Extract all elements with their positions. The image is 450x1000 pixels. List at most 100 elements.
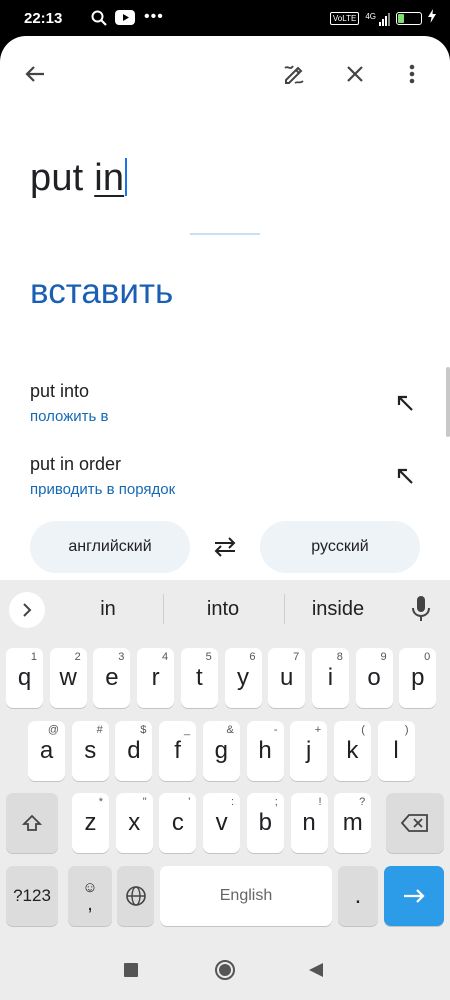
shift-key[interactable] xyxy=(6,793,58,853)
emoji-comma-key[interactable]: ☺ , xyxy=(68,866,112,926)
translation-result[interactable]: вставить xyxy=(30,272,173,312)
key-f[interactable]: _ f xyxy=(159,721,197,781)
key-x[interactable]: " x xyxy=(115,793,153,853)
loading-divider xyxy=(190,233,260,235)
key-label: n xyxy=(302,809,316,836)
key-e[interactable]: 3e xyxy=(93,648,131,708)
key-hint: ? xyxy=(359,796,366,808)
youtube-icon xyxy=(115,10,135,30)
key-hint: & xyxy=(226,724,234,736)
key-p[interactable]: 0p xyxy=(399,648,437,708)
key-h[interactable]: -h xyxy=(246,721,284,781)
key-l[interactable]: ) l xyxy=(377,721,415,781)
candidate-word[interactable]: into xyxy=(173,598,273,621)
key-label: o xyxy=(367,664,381,691)
chevron-right-icon[interactable] xyxy=(9,592,45,628)
suggestion-source: put in order xyxy=(30,454,122,474)
key-a[interactable]: @ a xyxy=(28,721,65,781)
more-dots-icon: ••• xyxy=(144,8,164,25)
globe-icon[interactable] xyxy=(117,866,154,926)
key-label: f xyxy=(174,737,181,764)
suggestion-translation: приводить в порядок xyxy=(30,481,176,498)
key-label: k xyxy=(346,737,359,764)
network-label: 4G xyxy=(365,11,376,21)
key-hint: 0 xyxy=(424,651,431,663)
key-t[interactable]: 5t xyxy=(180,648,218,708)
backspace-key[interactable] xyxy=(386,793,444,853)
key-label: s xyxy=(84,737,97,764)
key-g[interactable]: & g xyxy=(202,721,240,781)
suggestion-item[interactable]: put into положить в xyxy=(30,381,108,425)
scrollbar[interactable] xyxy=(446,367,450,437)
key-hint: 5 xyxy=(205,651,212,663)
key-k[interactable]: (k xyxy=(333,721,371,781)
key-label: l xyxy=(393,737,399,764)
source-text-input[interactable]: put in xyxy=(30,157,128,200)
key-q[interactable]: 1q xyxy=(6,648,43,708)
key-label: z xyxy=(84,809,97,836)
handwriting-icon[interactable] xyxy=(272,52,316,96)
comma-label: , xyxy=(87,893,93,915)
key-z[interactable]: * z xyxy=(72,793,109,853)
symbols-key[interactable]: ?123 xyxy=(6,866,58,926)
status-time: 22:13 xyxy=(24,10,63,27)
suggestion-item[interactable]: put in order приводить в порядок xyxy=(30,454,175,498)
key-j[interactable]: + j xyxy=(290,721,328,781)
key-label: b xyxy=(258,809,272,836)
back-icon[interactable] xyxy=(308,962,324,983)
key-hint: 1 xyxy=(30,651,37,663)
key-hint: - xyxy=(273,724,278,736)
battery-icon: 27 xyxy=(396,12,422,25)
key-hint: _ xyxy=(183,724,191,736)
key-y[interactable]: 6y xyxy=(224,648,262,708)
key-i[interactable]: 8i xyxy=(311,648,349,708)
period-key[interactable]: . xyxy=(338,866,378,926)
key-label: y xyxy=(237,664,249,691)
target-language-button[interactable]: русский xyxy=(260,521,420,573)
battery-level: 27 xyxy=(403,12,414,22)
microphone-icon[interactable] xyxy=(410,595,432,628)
candidate-word[interactable]: inside xyxy=(288,598,388,621)
enter-key[interactable] xyxy=(384,866,444,926)
back-arrow-icon[interactable] xyxy=(13,52,57,96)
volte-icon: VoLTE xyxy=(329,12,360,25)
charging-icon xyxy=(428,9,436,28)
key-hint: 6 xyxy=(249,651,256,663)
key-hint: " xyxy=(142,796,147,808)
key-n[interactable]: ! n xyxy=(290,793,328,853)
home-icon[interactable] xyxy=(214,959,236,986)
key-c[interactable]: ' c xyxy=(159,793,197,853)
key-b[interactable]: ; b xyxy=(246,793,284,853)
key-label: u xyxy=(280,664,294,691)
key-o[interactable]: 9o xyxy=(355,648,393,708)
recents-icon[interactable] xyxy=(124,963,138,977)
space-key[interactable]: English xyxy=(160,866,332,926)
key-s[interactable]: # s xyxy=(71,721,109,781)
key-hint: : xyxy=(231,796,235,808)
insert-suggestion-icon[interactable] xyxy=(383,454,427,498)
key-label: w xyxy=(59,664,77,691)
key-hint: 2 xyxy=(74,651,81,663)
close-icon[interactable] xyxy=(333,52,377,96)
key-hint: ) xyxy=(404,724,409,736)
key-hint: 8 xyxy=(336,651,343,663)
key-m[interactable]: ? m xyxy=(334,793,372,853)
translate-panel: put in вставить put into положить в put … xyxy=(0,36,450,580)
candidate-word[interactable]: in xyxy=(58,598,158,621)
key-w[interactable]: 2w xyxy=(49,648,87,708)
more-vert-icon[interactable] xyxy=(390,52,434,96)
insert-suggestion-icon[interactable] xyxy=(383,381,427,425)
key-hint: + xyxy=(314,724,322,736)
swap-languages-icon[interactable] xyxy=(203,525,247,569)
key-d[interactable]: $ d xyxy=(115,721,153,781)
key-r[interactable]: 4r xyxy=(137,648,175,708)
key-v[interactable]: :v xyxy=(203,793,241,853)
key-label: a xyxy=(39,737,54,764)
key-label: j xyxy=(306,737,312,764)
key-hint: 7 xyxy=(293,651,300,663)
key-label: e xyxy=(105,664,119,691)
key-u[interactable]: 7u xyxy=(268,648,306,708)
source-language-button[interactable]: английский xyxy=(30,521,190,573)
candidate-divider xyxy=(284,594,285,624)
key-hint: ( xyxy=(361,724,365,736)
